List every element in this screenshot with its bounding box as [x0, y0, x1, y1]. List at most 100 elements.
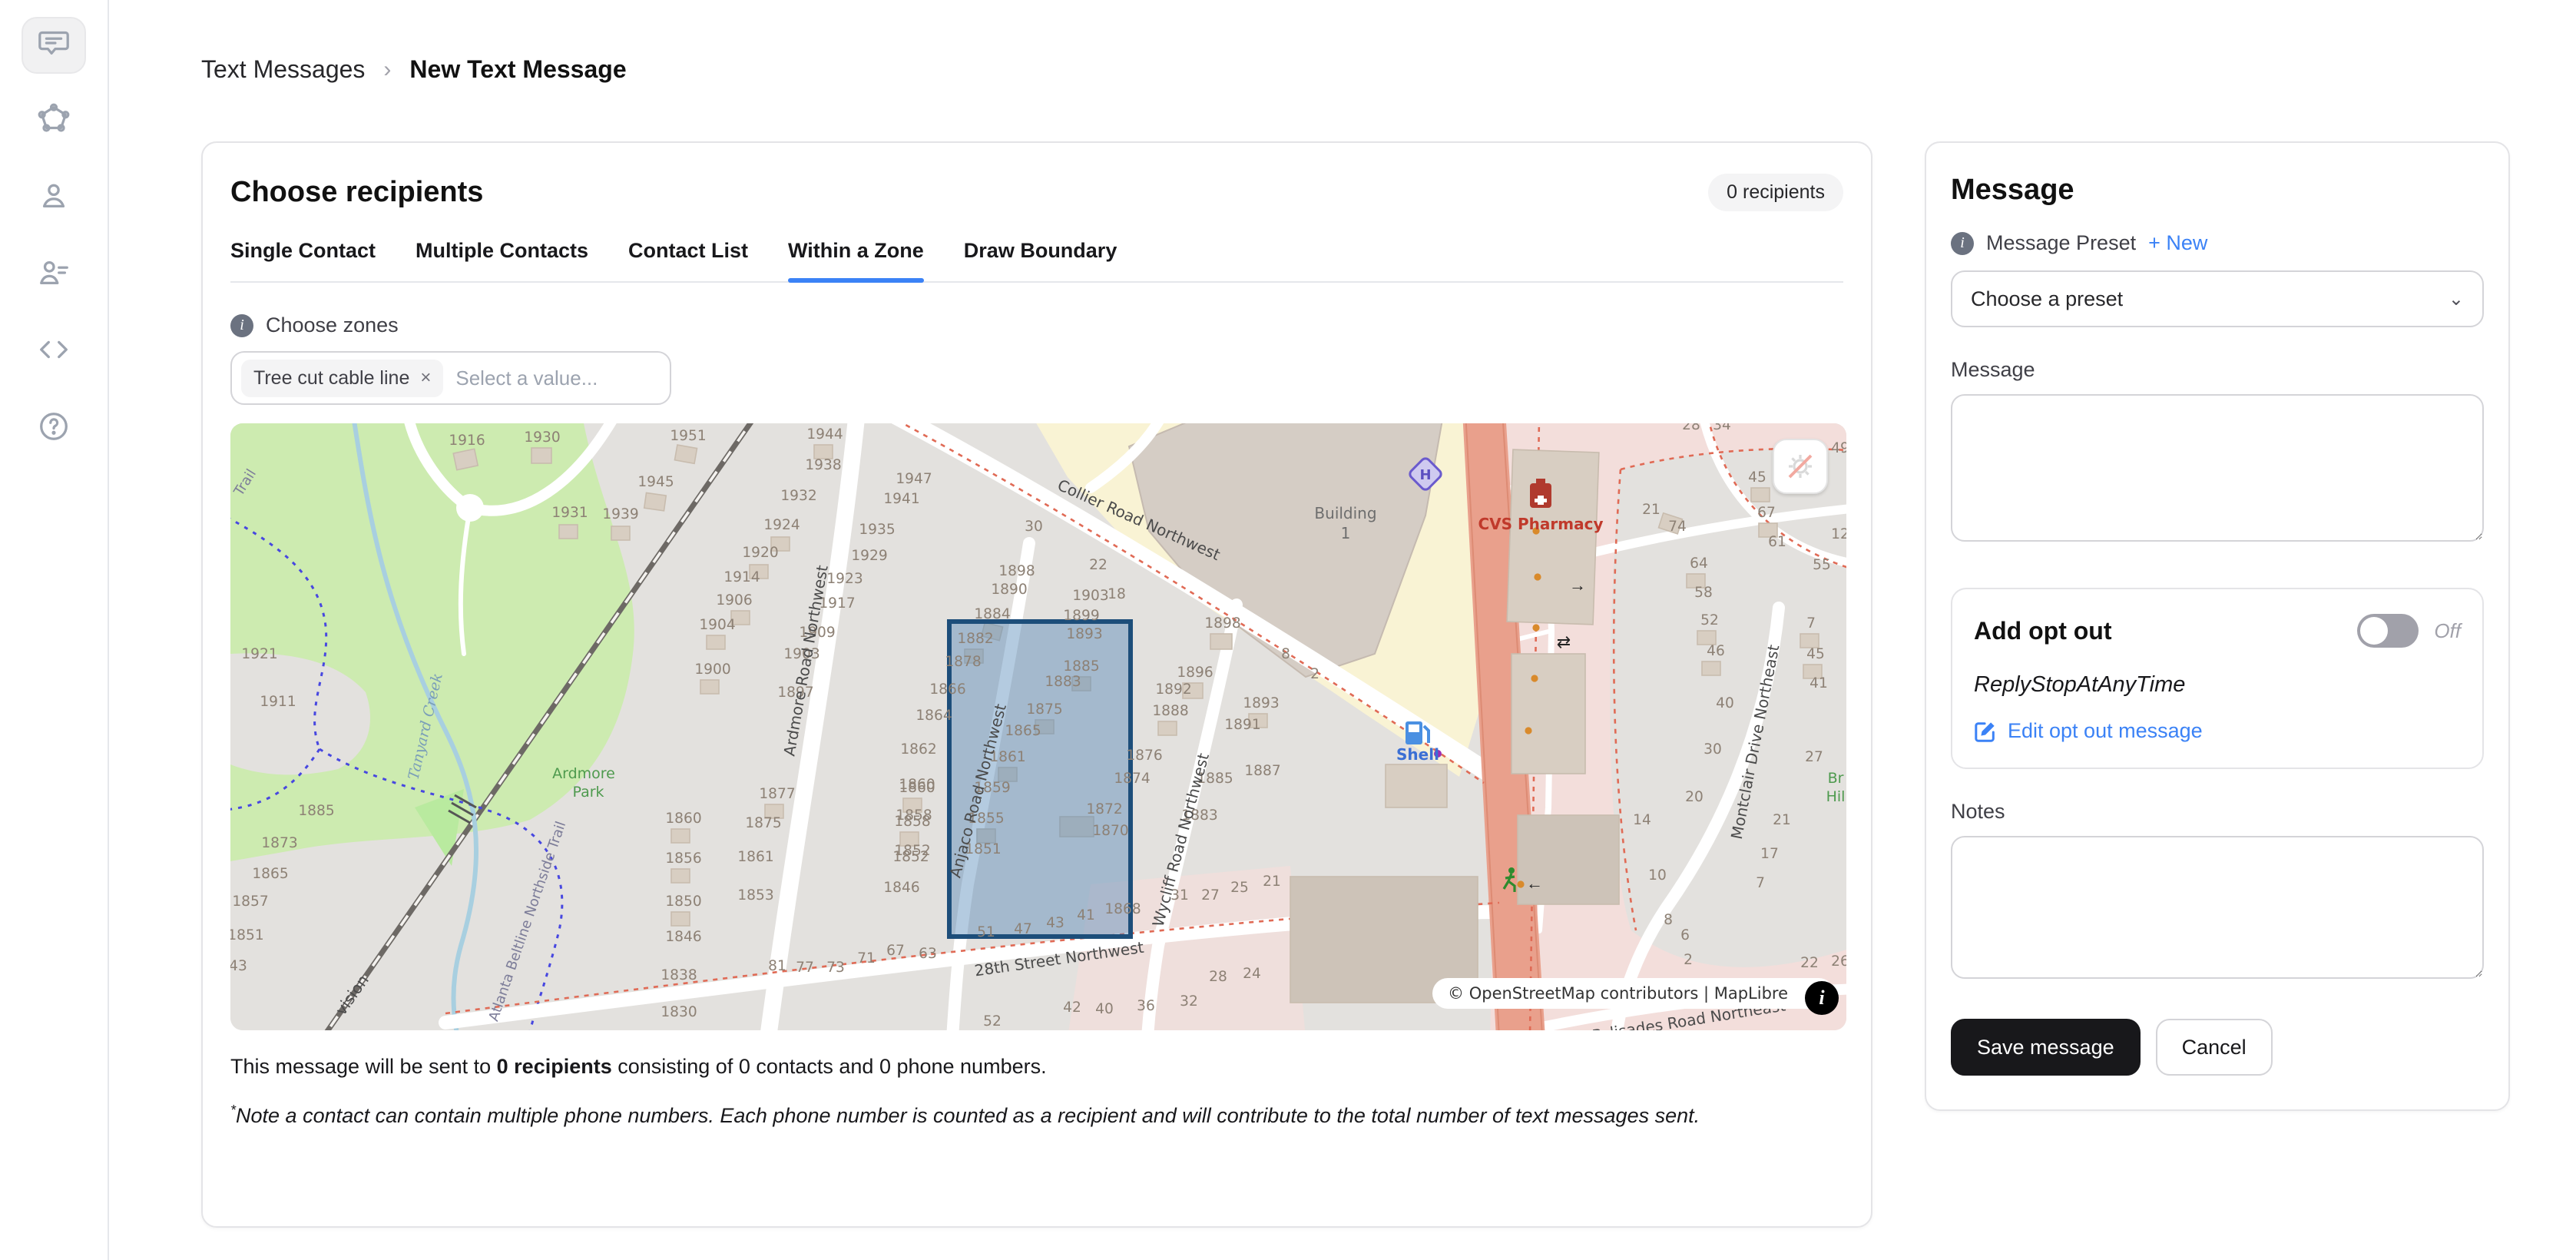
recipients-summary-bold: 0 recipients: [497, 1055, 612, 1078]
map-house-number: 1882: [957, 631, 993, 647]
zone-map[interactable]: H: [230, 423, 1846, 1030]
message-panel-title: Message: [1951, 174, 2484, 207]
recipient-tabs: Single Contact Multiple Contacts Contact…: [230, 239, 1843, 283]
map-house-number: 40: [1716, 695, 1734, 711]
edit-opt-out-link[interactable]: Edit opt out message: [1974, 719, 2461, 743]
preset-select-value: Choose a preset: [1971, 287, 2123, 311]
chevron-right-icon: ›: [383, 57, 391, 83]
map-house-number: 41: [1809, 675, 1828, 691]
map-house-number: 1875: [1026, 701, 1062, 718]
edit-pencil-icon: [1974, 720, 1997, 743]
chip-remove-icon[interactable]: ×: [420, 367, 431, 389]
map-house-number: 67: [1757, 505, 1776, 521]
map-house-number: 7: [1806, 615, 1816, 632]
code-icon: [36, 332, 71, 373]
map-info-icon[interactable]: i: [1805, 981, 1839, 1015]
map-house-number: 1872: [1086, 801, 1122, 817]
map-house-number: 21: [1773, 812, 1791, 828]
map-house-number: 1885: [298, 803, 334, 819]
map-house-number: 45: [1806, 646, 1825, 662]
map-house-number: 1846: [883, 880, 919, 896]
map-house-number: 1877: [759, 786, 795, 802]
opt-out-toggle[interactable]: [2357, 614, 2419, 648]
map-house-number: 10: [1648, 867, 1667, 884]
tab-within-a-zone[interactable]: Within a Zone: [788, 239, 924, 281]
tab-single-contact[interactable]: Single Contact: [230, 239, 376, 281]
new-preset-link[interactable]: + New: [2148, 231, 2207, 255]
sidebar-item-help[interactable]: [22, 401, 86, 458]
tab-draw-boundary[interactable]: Draw Boundary: [964, 239, 1117, 281]
map-house-number: 43: [1046, 915, 1065, 931]
map-house-number: 1853: [737, 887, 773, 904]
breadcrumb-parent[interactable]: Text Messages: [201, 55, 365, 84]
map-house-number: 14: [1633, 812, 1651, 828]
person-icon: [36, 178, 71, 220]
map-house-number: 34: [1713, 423, 1731, 433]
cancel-button[interactable]: Cancel: [2156, 1019, 2273, 1076]
map-house-number: 1850: [665, 894, 701, 910]
sidebar-item-zones[interactable]: [22, 94, 86, 151]
map-house-number: 1944: [806, 426, 843, 443]
zone-select-input[interactable]: Tree cut cable line × Select a value...: [230, 351, 671, 405]
map-house-number: 36: [1137, 998, 1155, 1014]
map-house-number: 1875: [745, 815, 781, 831]
map-house-number: 1866: [929, 681, 965, 698]
map-house-number: 27: [1201, 887, 1220, 904]
map-house-number: 55: [1813, 557, 1831, 573]
map-house-number: 67: [886, 943, 905, 959]
map-house-number: 40: [1095, 1001, 1114, 1017]
map-house-number: 22: [1089, 557, 1108, 573]
toggle-knob: [2360, 617, 2388, 645]
message-panel: Message i Message Preset + New Choose a …: [1925, 141, 2510, 1111]
sidebar-item-code[interactable]: [22, 324, 86, 381]
sidebar-item-messages[interactable]: [22, 17, 86, 74]
map-house-number: 1947: [896, 471, 932, 487]
map-house-number: 51: [977, 924, 995, 940]
sidebar-item-contacts-list[interactable]: [22, 247, 86, 304]
map-label: ⇄: [1557, 632, 1571, 652]
save-message-button[interactable]: Save message: [1951, 1019, 2141, 1076]
map-house-number: 1885: [1063, 658, 1099, 675]
message-textarea[interactable]: [1951, 394, 2484, 542]
map-label: Shell: [1396, 745, 1439, 764]
map-house-number: 1896: [1177, 665, 1213, 681]
map-house-number: 1860: [665, 811, 701, 827]
sidebar-item-contact[interactable]: [22, 171, 86, 227]
map-house-number: 1920: [742, 545, 778, 561]
map-label: Br: [1828, 770, 1844, 787]
map-house-number: 1906: [716, 592, 752, 608]
map-house-number: 1852: [892, 849, 929, 865]
map-canvas: H: [230, 423, 1846, 1030]
map-house-number: 24: [1243, 966, 1261, 982]
preset-select[interactable]: Choose a preset ⌄: [1951, 270, 2484, 327]
map-label: ←: [1526, 874, 1543, 893]
map-house-number: 42: [1063, 1000, 1081, 1016]
map-label: →: [1569, 575, 1586, 595]
map-house-number: 1873: [261, 835, 297, 851]
map-house-number: 2: [1684, 952, 1693, 968]
recipients-note: *Note a contact can contain multiple pho…: [230, 1100, 1736, 1131]
map-house-number: 1891: [1224, 717, 1260, 733]
edit-opt-out-label: Edit opt out message: [2008, 719, 2203, 743]
map-house-number: 1931: [551, 505, 588, 521]
tab-contact-list[interactable]: Contact List: [628, 239, 748, 281]
tab-multiple-contacts[interactable]: Multiple Contacts: [416, 239, 588, 281]
zone-chip: Tree cut cable line ×: [241, 360, 443, 397]
map-house-number: 12: [1831, 526, 1846, 542]
map-house-number: 7: [1756, 875, 1765, 891]
message-label: Message: [1951, 358, 2484, 382]
gear-slash-icon: [1783, 449, 1817, 483]
notes-textarea[interactable]: [1951, 836, 2484, 979]
map-house-number: 1899: [1063, 608, 1099, 624]
map-label: 1: [1341, 524, 1351, 542]
map-draw-disabled-button[interactable]: [1773, 439, 1828, 494]
opt-out-title: Add opt out: [1974, 617, 2111, 645]
map-house-number: 1870: [1092, 823, 1128, 839]
map-house-number: 1941: [883, 491, 919, 507]
map-house-number: 47: [1014, 921, 1032, 937]
map-house-number: 27: [1805, 749, 1823, 765]
map-label: Park: [572, 784, 604, 801]
map-house-number: 81: [768, 958, 786, 974]
map-label: CVS Pharmacy: [1478, 515, 1603, 533]
map-house-number: 1916: [449, 433, 485, 449]
